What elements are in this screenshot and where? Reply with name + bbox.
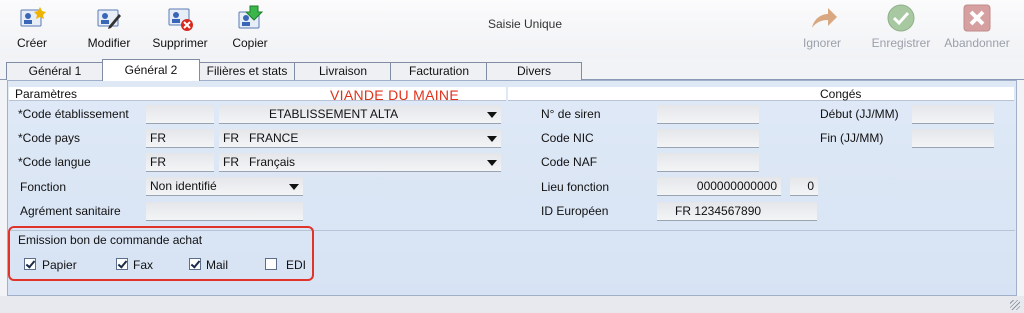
conges-debut-label: Début (JJ/MM) (820, 107, 899, 121)
edit-user-icon (95, 4, 123, 32)
code-pays-label: *Code pays (18, 131, 81, 145)
supprimer-label: Supprimer (152, 36, 208, 50)
lieu-fonction-label: Lieu fonction (541, 180, 610, 194)
siren-label: N° de siren (541, 107, 601, 121)
papier-checkbox[interactable] (24, 258, 36, 270)
chevron-down-icon[interactable] (487, 160, 497, 166)
window-title: Saisie Unique (487, 17, 563, 31)
tab-livraison[interactable]: Livraison (294, 62, 392, 80)
tab-bar: Général 1 Général 2 Filières et stats Li… (0, 58, 1024, 81)
abandonner-button[interactable]: Abandonner (940, 4, 1014, 50)
agrement-sanitaire-input[interactable] (146, 202, 303, 221)
code-naf-input[interactable] (657, 153, 759, 172)
enregistrer-button[interactable]: Enregistrer (868, 4, 934, 50)
siren-input[interactable] (657, 105, 759, 124)
code-langue-select[interactable]: FR Français (219, 153, 501, 172)
copy-user-icon (236, 4, 264, 32)
status-strip (0, 296, 1024, 313)
modifier-button[interactable]: Modifier (84, 4, 134, 50)
chevron-down-icon[interactable] (487, 112, 497, 118)
id-europeen-input[interactable]: FR 1234567890 (657, 202, 817, 221)
company-name: VIANDE DU MAINE (330, 87, 459, 103)
code-nic-input[interactable] (657, 129, 759, 148)
lieu-fonction-suffix[interactable]: 0 (790, 177, 818, 196)
code-etablissement-input[interactable] (146, 105, 214, 124)
conges-fin-input[interactable] (912, 129, 994, 148)
delete-user-icon (166, 4, 194, 32)
code-langue-input[interactable]: FR (146, 153, 214, 172)
tab-filieres-et-stats[interactable]: Filières et stats (198, 62, 296, 80)
chevron-down-icon[interactable] (289, 184, 299, 190)
fax-checkbox[interactable] (116, 258, 128, 270)
ignorer-button[interactable]: Ignorer (792, 4, 852, 50)
ignorer-label: Ignorer (802, 36, 842, 50)
conges-title: Congés (820, 87, 862, 101)
modifier-label: Modifier (87, 36, 131, 50)
mail-checkbox[interactable] (189, 258, 201, 270)
supprimer-button[interactable]: Supprimer (148, 4, 212, 50)
papier-label: Papier (42, 258, 77, 272)
code-langue-select-code: FR (223, 155, 239, 169)
conges-debut-input[interactable] (912, 105, 994, 124)
tab-divers[interactable]: Divers (486, 62, 582, 80)
conges-fin-label: Fin (JJ/MM) (820, 131, 884, 145)
tab-facturation[interactable]: Facturation (390, 62, 488, 80)
code-pays-select[interactable]: FR FRANCE (219, 129, 501, 148)
fonction-label: Fonction (20, 180, 67, 194)
create-user-icon (18, 4, 46, 32)
tab-general-1[interactable]: Général 1 (6, 62, 104, 80)
cancel-x-icon (963, 4, 991, 32)
agrement-sanitaire-label: Agrément sanitaire (20, 204, 121, 218)
check-icon (887, 4, 915, 32)
code-nic-label: Code NIC (541, 131, 594, 145)
edi-checkbox[interactable] (265, 258, 277, 270)
code-etablissement-label: *Code établissement (18, 107, 129, 121)
abandonner-label: Abandonner (944, 36, 1010, 50)
toolbar: Créer Modifier Supprimer Copier Saisie U… (0, 0, 1024, 58)
code-langue-select-name: Français (249, 155, 296, 169)
id-europeen-label: ID Européen (541, 204, 609, 218)
copier-button[interactable]: Copier (226, 4, 274, 50)
parametres-title: Paramètres (15, 87, 78, 101)
mail-label: Mail (206, 258, 229, 272)
tab-general-2[interactable]: Général 2 (102, 59, 200, 81)
code-pays-input[interactable]: FR (146, 129, 214, 148)
fonction-select[interactable]: Non identifié (146, 177, 303, 196)
code-naf-label: Code NAF (541, 155, 598, 169)
creer-label: Créer (16, 36, 47, 50)
fax-label: Fax (133, 258, 154, 272)
code-pays-select-name: FRANCE (249, 131, 299, 145)
code-etablissement-select[interactable]: ETABLISSEMENT ALTA (219, 105, 501, 124)
resize-grip-icon[interactable] (1010, 300, 1020, 310)
lieu-fonction-input[interactable]: 000000000000 (657, 177, 781, 196)
creer-button[interactable]: Créer (12, 4, 52, 50)
edi-label: EDI (286, 258, 307, 272)
code-langue-label: *Code langue (18, 155, 91, 169)
conges-header: Congés (508, 87, 1014, 101)
enregistrer-label: Enregistrer (871, 36, 931, 50)
undo-arrow-icon (808, 4, 837, 32)
copier-label: Copier (232, 36, 268, 50)
chevron-down-icon[interactable] (487, 136, 497, 142)
emission-title: Emission bon de commande achat (18, 233, 203, 247)
code-pays-select-code: FR (223, 131, 239, 145)
